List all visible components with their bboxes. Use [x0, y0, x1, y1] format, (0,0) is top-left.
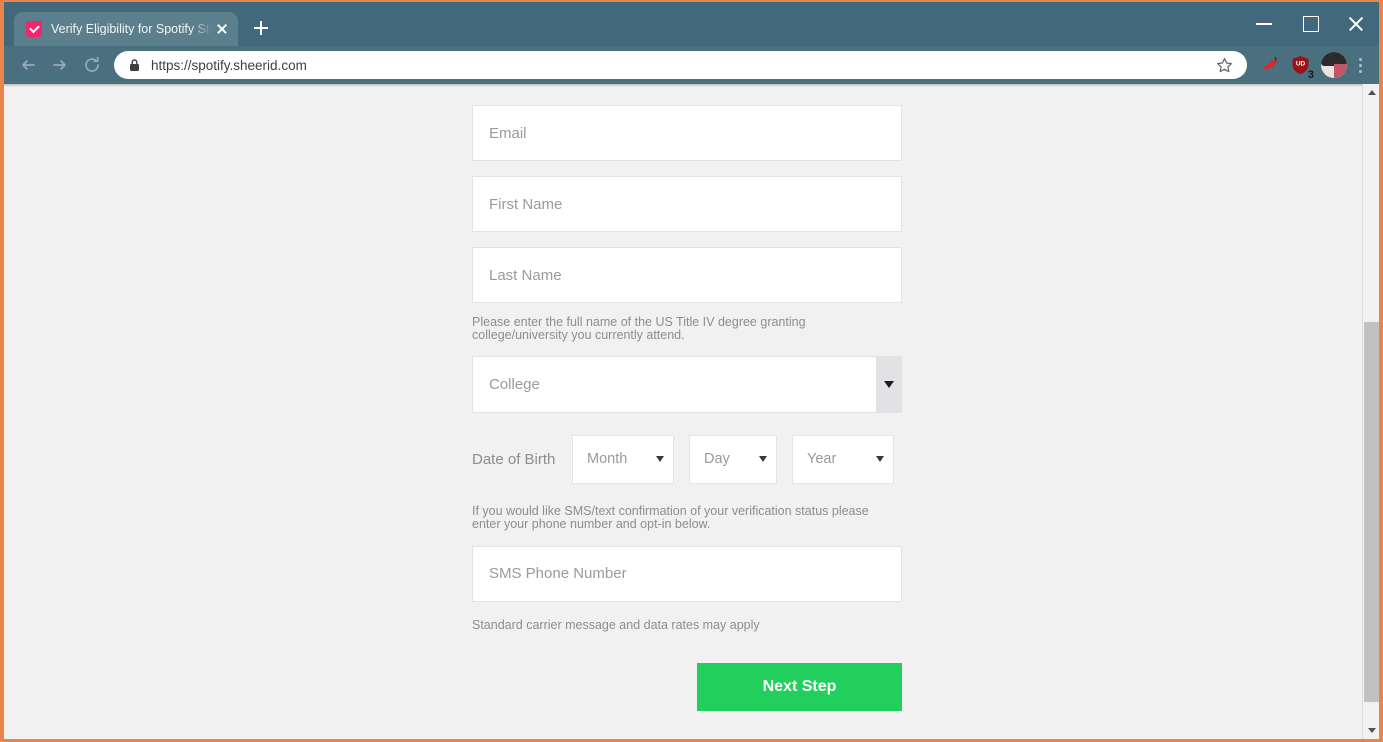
chevron-down-icon	[759, 456, 767, 463]
verification-form: Email First Name Last Name Please enter …	[472, 84, 902, 711]
close-window-icon[interactable]	[1333, 2, 1379, 46]
sms-phone-number-field[interactable]: SMS Phone Number	[472, 545, 902, 602]
browser-tab[interactable]: Verify Eligibility for Spotify Stude	[14, 12, 238, 46]
sms-helper-text: If you would like SMS/text confirmation …	[472, 503, 869, 532]
chevron-down-icon[interactable]	[876, 356, 901, 412]
close-tab-icon[interactable]	[212, 19, 232, 39]
last-name-field[interactable]: Last Name	[472, 247, 902, 303]
lock-icon	[128, 58, 141, 72]
dob-year-select[interactable]: Year	[792, 434, 894, 484]
first-name-field[interactable]: First Name	[472, 176, 902, 232]
dob-month-value: Month	[587, 451, 628, 468]
tab-title: Verify Eligibility for Spotify Stude	[51, 22, 212, 36]
ud-shield-extension-icon[interactable]: UD 3	[1285, 50, 1315, 81]
forward-arrow-icon[interactable]	[44, 49, 76, 81]
browser-titlebar: Verify Eligibility for Spotify Stude	[4, 2, 1379, 46]
window-controls	[1241, 2, 1379, 46]
extension-badge-count: 3	[1307, 69, 1314, 81]
reload-icon[interactable]	[76, 49, 108, 81]
college-input[interactable]: College	[473, 357, 876, 412]
date-of-birth-row: Date of Birth Month Day Year	[472, 434, 902, 484]
submit-row: Next Step	[472, 662, 902, 711]
dob-year-value: Year	[807, 451, 837, 468]
vertical-scrollbar[interactable]	[1362, 84, 1379, 739]
email-field[interactable]: Email	[472, 105, 902, 161]
carrier-rates-note: Standard carrier message and data rates …	[472, 617, 760, 632]
browser-window: Verify Eligibility for Spotify Stude htt…	[4, 2, 1379, 739]
new-tab-button[interactable]	[246, 13, 276, 43]
maximize-icon[interactable]	[1287, 2, 1333, 46]
college-helper-text: Please enter the full name of the US Tit…	[472, 315, 806, 343]
three-dot-menu-icon[interactable]	[1349, 50, 1371, 80]
address-bar[interactable]: https://spotify.sheerid.com	[114, 51, 1247, 79]
chevron-down-icon	[876, 456, 884, 463]
dob-day-value: Day	[704, 451, 730, 468]
back-arrow-icon[interactable]	[12, 49, 44, 81]
sheerid-verification-page: Email First Name Last Name Please enter …	[4, 84, 1362, 739]
profile-avatar[interactable]	[1321, 52, 1347, 78]
date-of-birth-label: Date of Birth	[472, 450, 556, 468]
dob-day-select[interactable]: Day	[689, 434, 777, 484]
tab-strip: Verify Eligibility for Spotify Stude	[4, 2, 276, 46]
browser-toolbar: https://spotify.sheerid.com UD 3	[4, 46, 1379, 84]
minimize-icon[interactable]	[1241, 2, 1287, 46]
sheerid-favicon-icon	[26, 21, 42, 37]
svg-text:UD: UD	[1295, 60, 1305, 67]
scrollbar-thumb[interactable]	[1364, 322, 1379, 702]
content-viewport: Email First Name Last Name Please enter …	[4, 84, 1379, 739]
college-combobox[interactable]: College	[472, 355, 902, 413]
next-step-button[interactable]: Next Step	[697, 662, 902, 711]
dob-month-select[interactable]: Month	[572, 434, 674, 484]
star-icon[interactable]	[1216, 57, 1233, 74]
chevron-down-icon	[656, 456, 664, 463]
scroll-down-arrow-icon[interactable]	[1363, 722, 1379, 739]
scroll-up-arrow-icon[interactable]	[1363, 84, 1379, 101]
url-text: https://spotify.sheerid.com	[151, 57, 307, 73]
chili-pepper-extension-icon[interactable]	[1255, 50, 1285, 80]
